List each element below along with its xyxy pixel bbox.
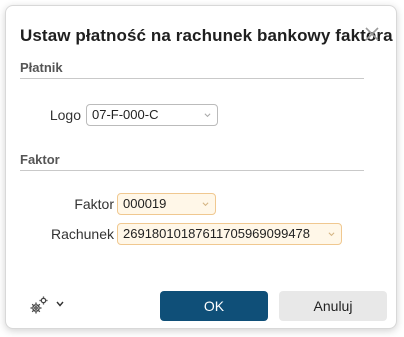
- chevron-down-icon[interactable]: [55, 299, 65, 309]
- section-faktor-divider: [20, 170, 364, 171]
- dialog: Ustaw płatność na rachunek bankowy fakto…: [5, 5, 397, 329]
- logo-label: Logo: [49, 107, 81, 123]
- faktor-select-value: 000019: [123, 196, 167, 211]
- section-faktor-label: Faktor: [20, 152, 60, 167]
- dialog-title: Ustaw płatność na rachunek bankowy fakto…: [20, 26, 393, 45]
- cancel-button[interactable]: Anuluj: [279, 291, 387, 321]
- logo-select[interactable]: 07-F-000-C: [86, 104, 218, 126]
- rachunek-select-value: 26918010187611705969099478: [123, 226, 311, 241]
- rachunek-select[interactable]: 26918010187611705969099478: [117, 223, 342, 245]
- gears-icon[interactable]: [28, 294, 50, 316]
- rachunek-label: Rachunek: [50, 226, 114, 242]
- ok-button[interactable]: OK: [160, 291, 268, 321]
- chevron-down-icon: [204, 113, 211, 118]
- section-platnik-divider: [20, 78, 364, 79]
- faktor-select[interactable]: 000019: [117, 193, 216, 215]
- close-icon[interactable]: [362, 24, 382, 44]
- logo-select-value: 07-F-000-C: [92, 107, 159, 122]
- chevron-down-icon: [202, 202, 209, 207]
- chevron-down-icon: [328, 232, 335, 237]
- section-platnik-label: Płatnik: [20, 60, 63, 75]
- faktor-label: Faktor: [74, 196, 114, 212]
